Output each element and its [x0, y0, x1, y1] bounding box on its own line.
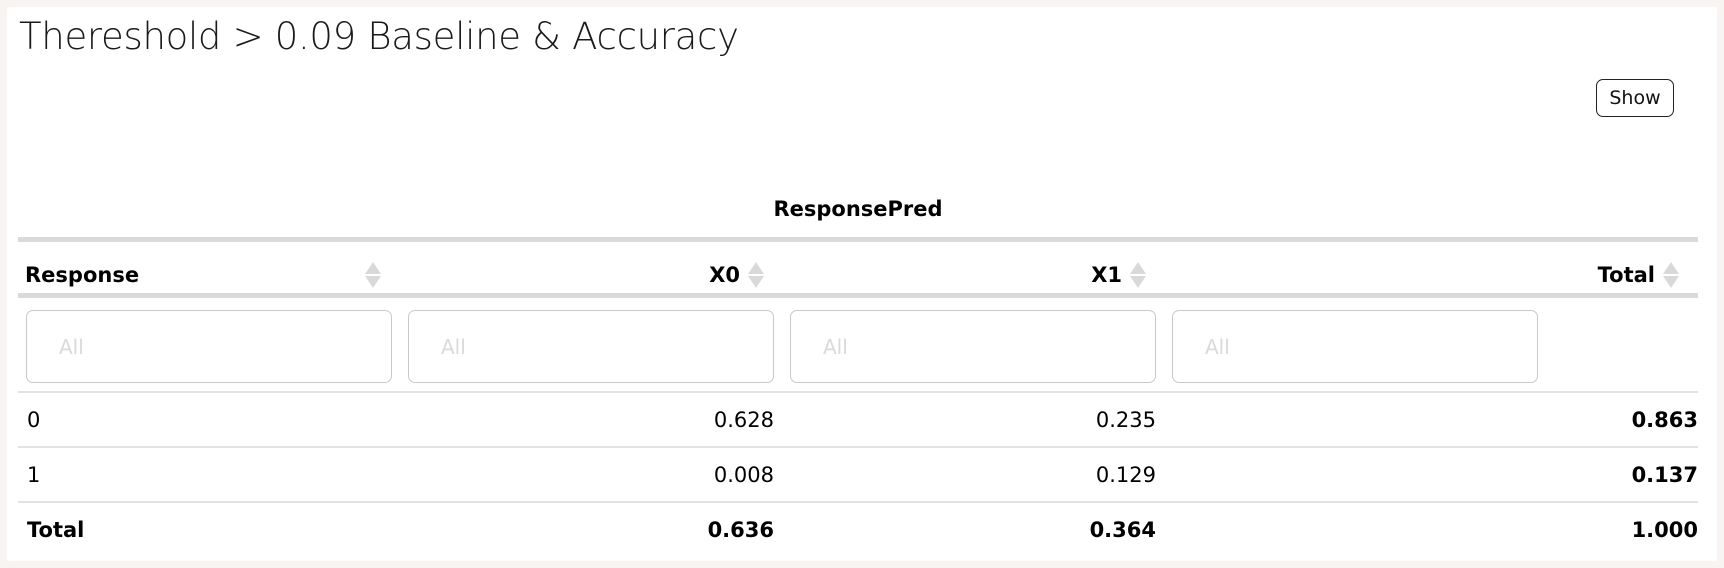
column-header-label: X1 [1091, 263, 1122, 287]
filter-input-response[interactable] [26, 310, 392, 383]
table-cell-response: 1 [27, 463, 41, 487]
table-cell-total: 0.863 [1631, 408, 1698, 432]
sort-icon[interactable] [1130, 262, 1146, 288]
table-cell-response: 0 [27, 408, 41, 432]
column-header-response[interactable]: Response [25, 260, 381, 290]
column-header-x1[interactable]: X1 [790, 260, 1146, 290]
column-header-x0[interactable]: X0 [408, 260, 764, 290]
column-header-total[interactable]: Total [1172, 260, 1679, 290]
row-rule [18, 501, 1698, 503]
sort-icon[interactable] [748, 262, 764, 288]
filter-input-total[interactable] [1172, 310, 1538, 383]
table-cell-total: 0.137 [1631, 463, 1698, 487]
row-rule [18, 391, 1698, 393]
table-cell-x0: 0.628 [713, 408, 774, 432]
sort-icon[interactable] [1663, 262, 1679, 288]
column-header-label: Response [25, 263, 140, 287]
column-header-label: X0 [709, 263, 740, 287]
show-button[interactable]: Show [1596, 79, 1674, 117]
header-top-rule [18, 237, 1698, 242]
row-rule [18, 446, 1698, 448]
group-header-responsepred: ResponsePred [773, 197, 943, 221]
column-header-label: Total [1597, 263, 1655, 287]
filter-input-x0[interactable] [408, 310, 774, 383]
table-cell-x0: 0.008 [713, 463, 774, 487]
filter-input-x1[interactable] [790, 310, 1156, 383]
page-title: Thereshold > 0.09 Baseline & Accuracy [19, 15, 739, 58]
table-cell-total: 1.000 [1631, 518, 1698, 542]
report-panel: Thereshold > 0.09 Baseline & Accuracy Sh… [7, 7, 1717, 561]
table-cell-response: Total [27, 518, 85, 542]
table-cell-x0: 0.636 [707, 518, 774, 542]
sort-icon[interactable] [365, 262, 381, 288]
header-bottom-rule [18, 293, 1698, 298]
table-cell-x1: 0.364 [1089, 518, 1156, 542]
table-cell-x1: 0.129 [1095, 463, 1156, 487]
table-cell-x1: 0.235 [1095, 408, 1156, 432]
